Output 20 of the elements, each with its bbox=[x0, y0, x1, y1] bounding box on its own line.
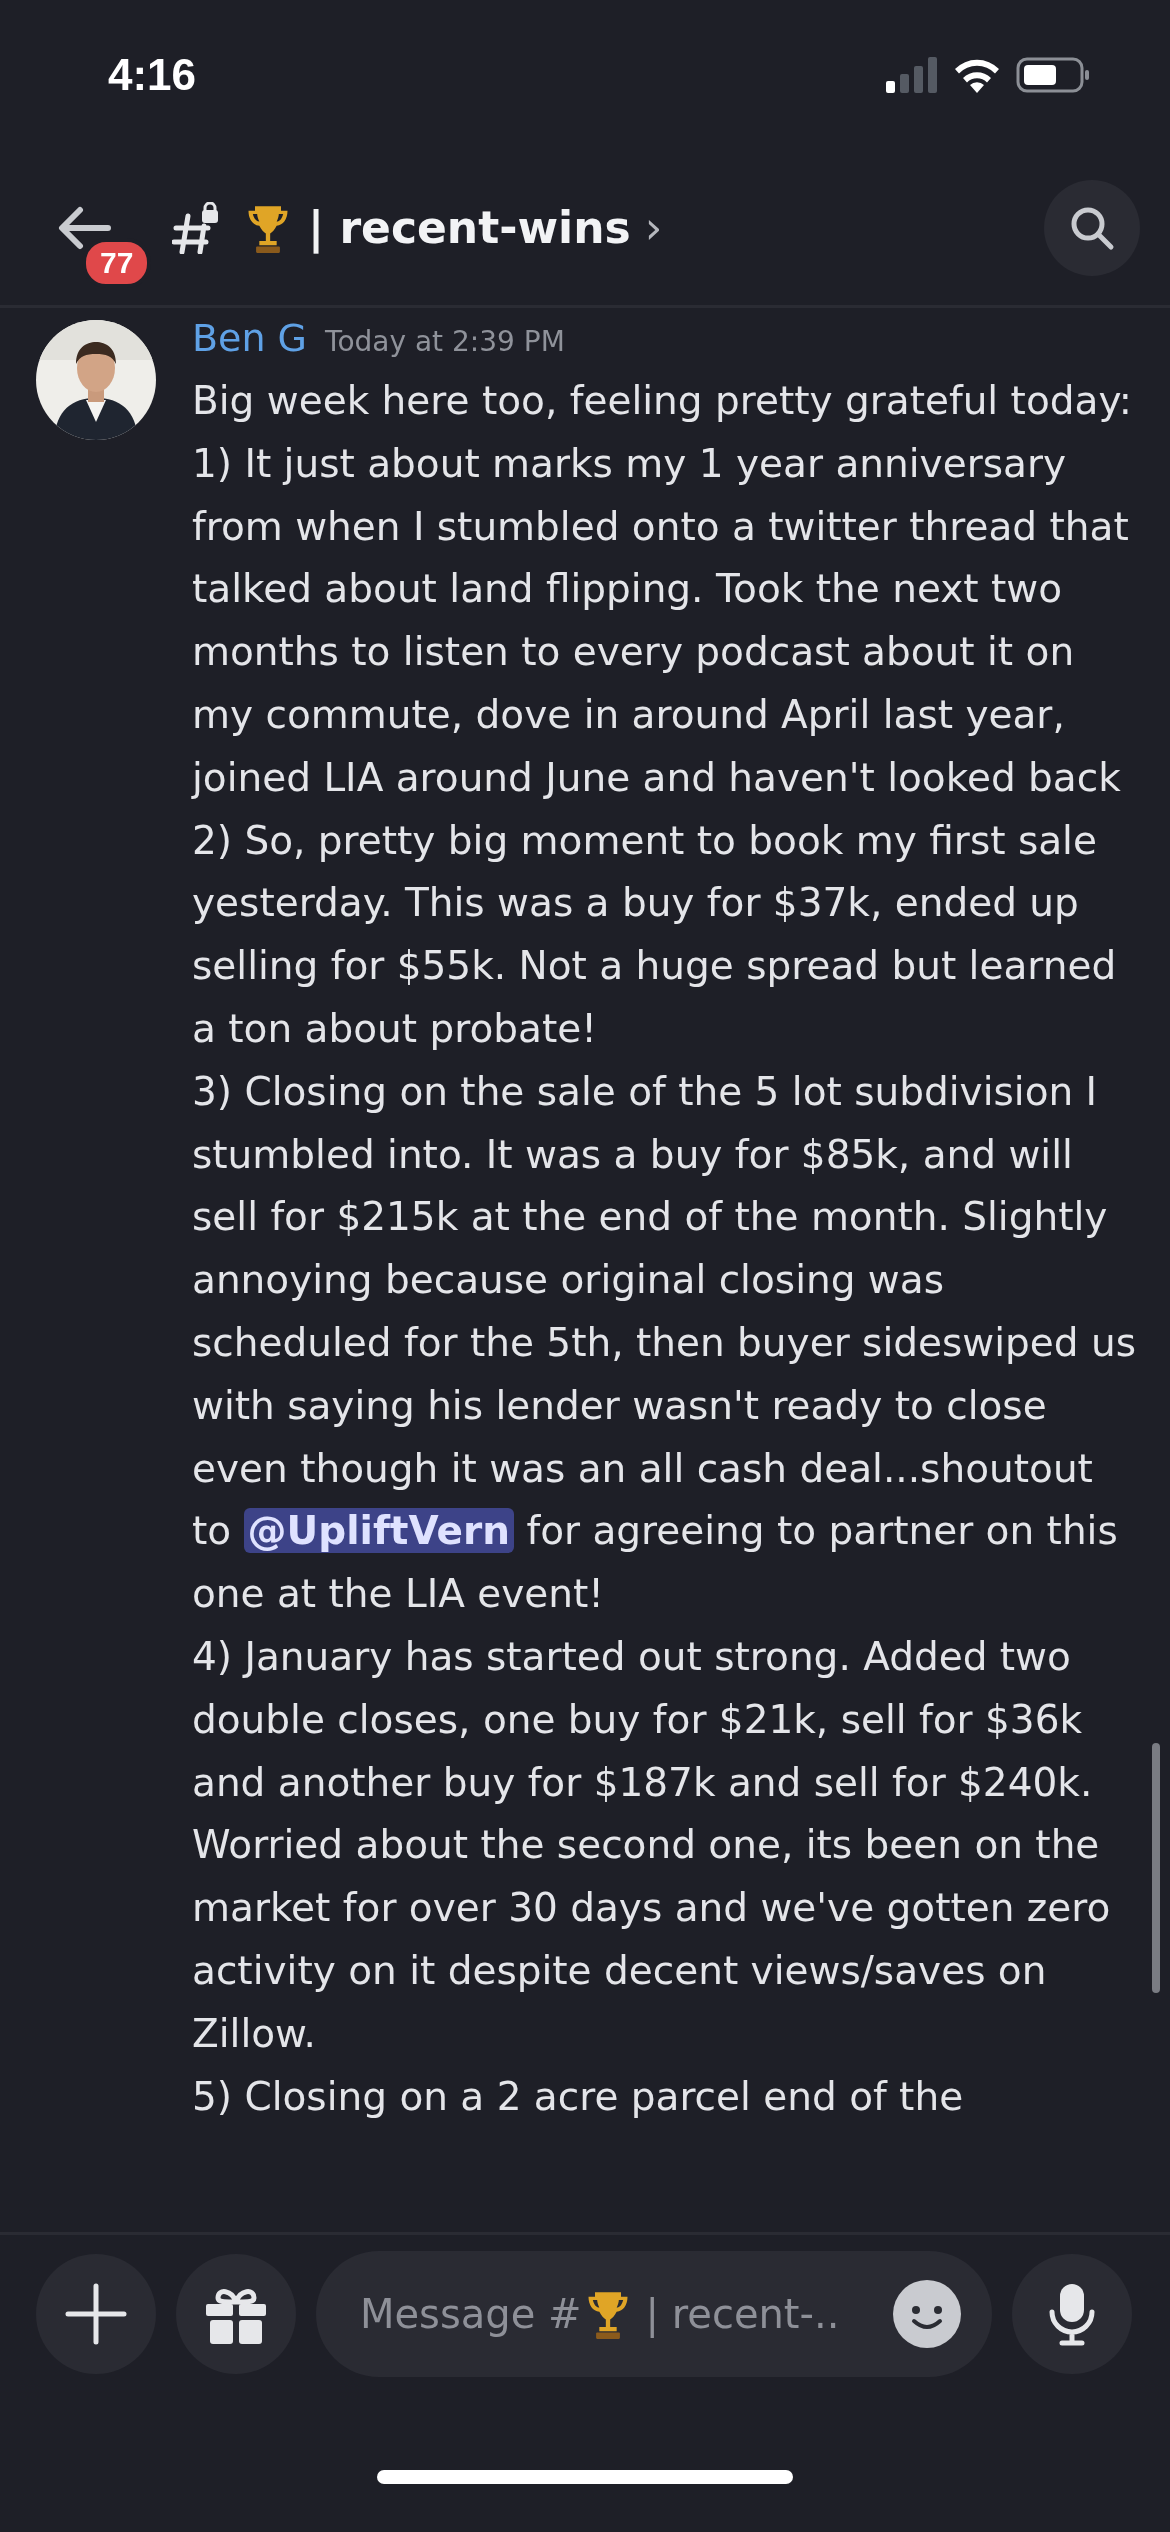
message-text: 1) It just about marks my 1 year anniversary from when I stumbled onto a twitter thread that talked about land flipping. Took the next two months to listen to every podcast about it on my commute, dove in around April last year, joined LIA around June and haven't looked back bbox=[192, 439, 1130, 802]
channel-name[interactable]: | recent-wins bbox=[308, 202, 631, 253]
emoji-icon[interactable] bbox=[892, 2278, 962, 2349]
chevron-icon[interactable]: › bbox=[644, 202, 663, 253]
message-text: 4) January has started out strong. Added two double closes, one buy for $21k, sell for $36k and another buy for $187k and sell for $240k. Worried about the second one, its been on the market for over 30 days and we've gotten zero activity on it despite decent views/saves on Zillow. bbox=[192, 1632, 1112, 2058]
signal-icon bbox=[886, 57, 938, 93]
author-name[interactable]: Ben G bbox=[192, 316, 308, 360]
back-arrow-icon[interactable] bbox=[56, 205, 112, 250]
wifi-icon bbox=[952, 57, 1002, 93]
message-text: 5) Closing on a 2 acre parcel end of the bbox=[192, 2072, 965, 2121]
message-text: 2) So, pretty big moment to book my first sale yesterday. This was a buy for $37k, ended up selling for $55k. Not a huge spread but learned a ton about probate! bbox=[192, 816, 1118, 1053]
message-text: Big week here too, feeling pretty grateful today: bbox=[192, 377, 1133, 425]
battery-icon bbox=[1016, 57, 1090, 93]
message-timestamp: Today at 2:39 PM bbox=[325, 325, 565, 358]
scrollbar[interactable] bbox=[1152, 1743, 1160, 1993]
message-field[interactable]: Message # | recent-.. bbox=[316, 2250, 992, 2377]
message-text: 3) Closing on the sale of the 5 lot subdivision I stumbled into. It was a buy for $85k, and will sell for $215k at the end of the month. Slightly annoying because original closing was scheduled for the 5th, then buyer sideswiped us with saying his lender wasn't ready to close even though it was an all cash deal...shoutout to @UpliftVern for agreeing to partner on this one at the LIA event! bbox=[192, 1067, 1136, 1619]
user-mention[interactable]: @UpliftVern bbox=[243, 1508, 514, 1554]
plus-icon bbox=[64, 2281, 128, 2346]
status-time: 4:16 bbox=[108, 50, 197, 100]
